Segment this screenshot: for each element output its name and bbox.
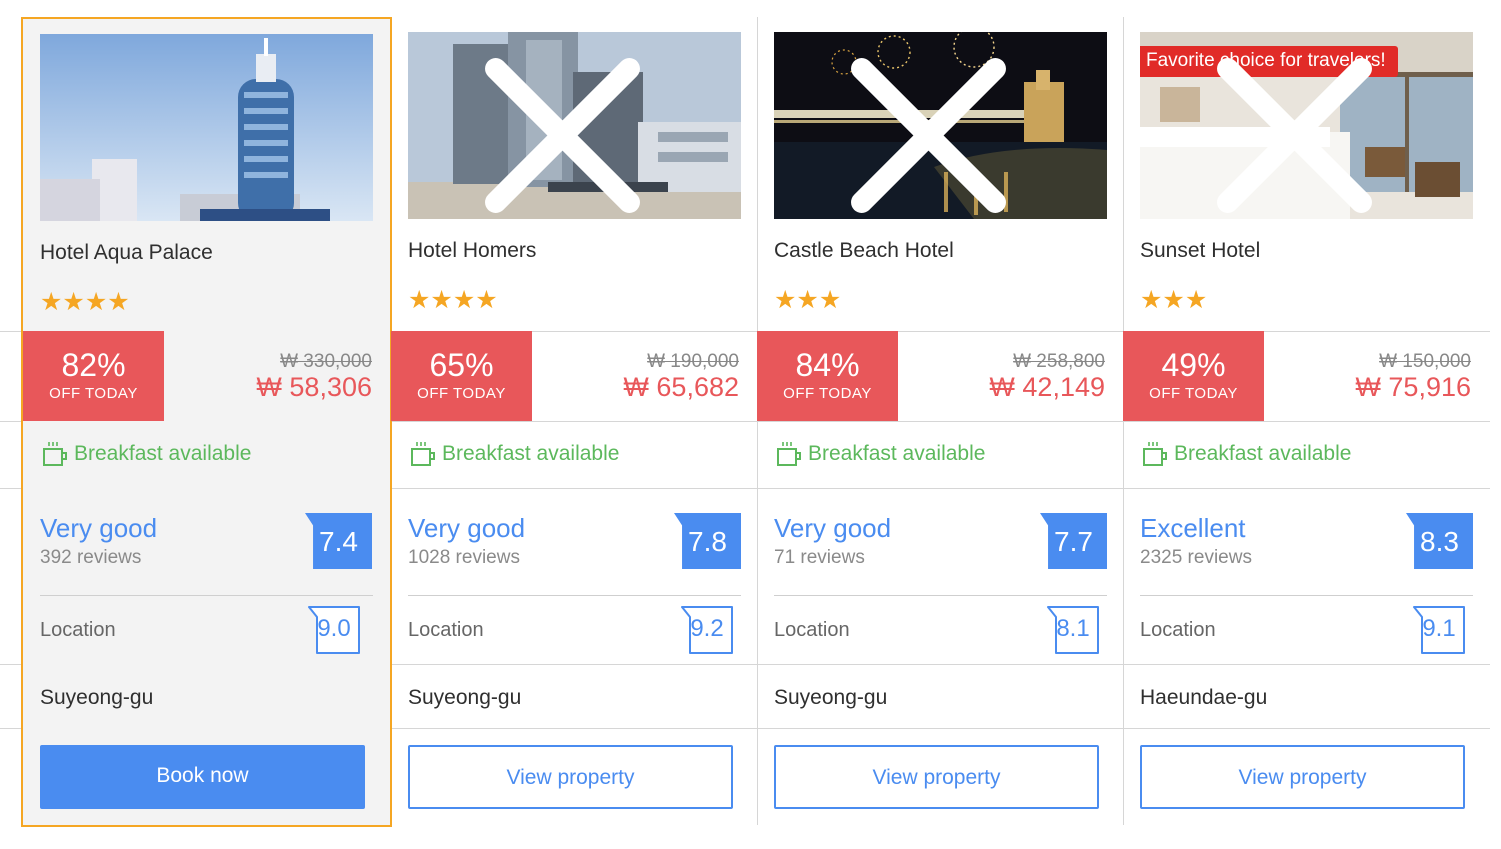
close-icon[interactable] xyxy=(774,42,1095,219)
discount-label: OFF TODAY xyxy=(417,385,506,402)
hotel-card-3[interactable]: Castle Beach Hotel ★★★ 84% OFF TODAY ₩ 2… xyxy=(757,17,1123,827)
breakfast-label: Breakfast available xyxy=(1174,442,1352,465)
view-property-button[interactable]: View property xyxy=(1140,745,1465,809)
coffee-cup-icon xyxy=(43,442,67,466)
breakfast-info: Breakfast available xyxy=(1140,439,1351,469)
discount-percent: 82% xyxy=(61,347,126,383)
review-rating-label: Excellent xyxy=(1140,513,1246,543)
district: Haeundae-gu xyxy=(1140,686,1268,709)
location-score-value: 8.1 xyxy=(1056,615,1090,642)
section-separator xyxy=(774,595,1107,596)
hotel-photo[interactable] xyxy=(774,32,1107,219)
hotel-name[interactable]: Sunset Hotel xyxy=(1140,239,1260,263)
discount-badge: 82% OFF TODAY xyxy=(23,331,164,421)
hotel-name[interactable]: Hotel Homers xyxy=(408,239,536,263)
hotel-card-1[interactable]: Hotel Aqua Palace ★★★★ 82% OFF TODAY ₩ 3… xyxy=(21,17,392,827)
view-property-button[interactable]: View property xyxy=(408,745,733,809)
breakfast-label: Breakfast available xyxy=(442,442,620,465)
review-score: 7.4 xyxy=(305,513,372,569)
district: Suyeong-gu xyxy=(774,686,888,709)
original-price: ₩ 258,800 xyxy=(1013,351,1105,372)
review-rating-label: Very good xyxy=(774,513,892,543)
breakfast-info: Breakfast available xyxy=(408,439,619,469)
review-count[interactable]: 1028 reviews xyxy=(408,547,520,569)
coffee-cup-icon xyxy=(1143,442,1167,466)
review-score: 7.7 xyxy=(1040,513,1107,569)
review-rating-label: Very good xyxy=(40,513,158,543)
hotel-photo[interactable] xyxy=(408,32,741,219)
discount-percent: 65% xyxy=(429,347,494,383)
discount-badge: 49% OFF TODAY xyxy=(1123,331,1264,421)
location-score: 9.2 xyxy=(679,605,735,655)
review-score: 7.8 xyxy=(674,513,741,569)
breakfast-label: Breakfast available xyxy=(808,442,986,465)
section-separator xyxy=(40,595,373,596)
hotel-name[interactable]: Hotel Aqua Palace xyxy=(40,241,213,265)
discount-label: OFF TODAY xyxy=(49,385,138,402)
location-label: Location xyxy=(774,619,850,641)
review-score: 8.3 xyxy=(1406,513,1473,569)
star-rating: ★★★★ xyxy=(408,286,498,314)
location-score: 9.0 xyxy=(306,605,362,655)
discount-percent: 84% xyxy=(795,347,860,383)
review-count[interactable]: 392 reviews xyxy=(40,547,141,569)
discount-label: OFF TODAY xyxy=(1149,385,1238,402)
original-price: ₩ 150,000 xyxy=(1379,351,1471,372)
coffee-cup-icon xyxy=(411,442,435,466)
hotel-photo[interactable]: Favorite choice for travelers! xyxy=(1140,32,1473,219)
district: Suyeong-gu xyxy=(40,686,154,709)
book-now-button[interactable]: Book now xyxy=(40,745,365,809)
location-score-value: 9.1 xyxy=(1422,615,1456,642)
location-label: Location xyxy=(1140,619,1216,641)
hotel-tower-photo xyxy=(40,34,373,221)
hotel-card-2[interactable]: Hotel Homers ★★★★ 65% OFF TODAY ₩ 190,00… xyxy=(391,17,757,827)
discount-badge: 84% OFF TODAY xyxy=(757,331,898,421)
location-score: 8.1 xyxy=(1045,605,1101,655)
breakfast-label: Breakfast available xyxy=(74,442,252,465)
original-price: ₩ 330,000 xyxy=(280,351,372,372)
discounted-price: ₩ 42,149 xyxy=(989,372,1105,402)
discounted-price: ₩ 75,916 xyxy=(1355,372,1471,402)
location-label: Location xyxy=(408,619,484,641)
hotel-name[interactable]: Castle Beach Hotel xyxy=(774,239,954,263)
breakfast-info: Breakfast available xyxy=(774,439,985,469)
district: Suyeong-gu xyxy=(408,686,522,709)
discount-badge: 65% OFF TODAY xyxy=(391,331,532,421)
review-count[interactable]: 2325 reviews xyxy=(1140,547,1252,569)
section-separator xyxy=(1140,595,1473,596)
close-icon[interactable] xyxy=(408,42,729,219)
location-score-value: 9.0 xyxy=(317,615,351,642)
close-icon[interactable] xyxy=(1140,42,1461,219)
hotel-card-4[interactable]: Favorite choice for travelers! Sunset Ho… xyxy=(1123,17,1489,827)
coffee-cup-icon xyxy=(777,442,801,466)
view-property-button[interactable]: View property xyxy=(774,745,1099,809)
original-price: ₩ 190,000 xyxy=(647,351,739,372)
hotel-photo[interactable] xyxy=(40,34,373,221)
star-rating: ★★★ xyxy=(774,286,842,314)
location-label: Location xyxy=(40,619,116,641)
discount-label: OFF TODAY xyxy=(783,385,872,402)
review-count[interactable]: 71 reviews xyxy=(774,547,865,569)
location-score-value: 9.2 xyxy=(690,615,724,642)
star-rating: ★★★ xyxy=(1140,286,1208,314)
discounted-price: ₩ 58,306 xyxy=(256,372,372,402)
breakfast-info: Breakfast available xyxy=(40,439,251,469)
location-score: 9.1 xyxy=(1411,605,1467,655)
discount-percent: 49% xyxy=(1161,347,1226,383)
star-rating: ★★★★ xyxy=(40,288,130,316)
review-rating-label: Very good xyxy=(408,513,526,543)
section-separator xyxy=(408,595,741,596)
discounted-price: ₩ 65,682 xyxy=(623,372,739,402)
